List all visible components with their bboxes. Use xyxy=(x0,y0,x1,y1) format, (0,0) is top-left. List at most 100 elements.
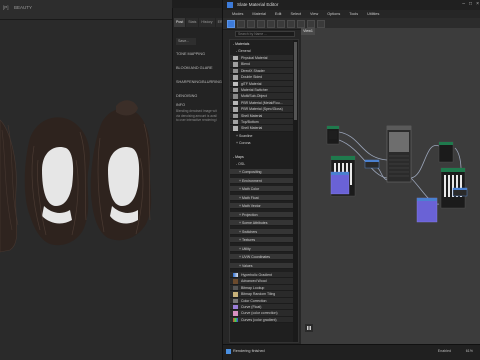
menu-select[interactable]: Select xyxy=(290,10,301,18)
zoom-level[interactable]: 61% xyxy=(466,349,473,353)
material-swatch-icon xyxy=(233,68,238,74)
section-info[interactable]: INFO xyxy=(176,103,185,107)
list-item[interactable]: + Projection xyxy=(230,211,294,218)
browser-group-materials[interactable]: - Materials xyxy=(230,41,294,47)
list-item[interactable]: + Math Color xyxy=(230,186,294,193)
material-swatch-icon xyxy=(233,62,238,67)
render-status-icon xyxy=(226,349,231,354)
move-children-icon[interactable] xyxy=(267,20,275,28)
list-item[interactable]: + Textures xyxy=(230,237,294,244)
save-button[interactable]: Save... xyxy=(176,38,196,45)
material-swatch-icon xyxy=(233,56,238,61)
list-item[interactable]: + Switchers xyxy=(230,228,294,235)
tab-history[interactable]: History xyxy=(199,18,215,27)
section-bloom-glare[interactable]: BLOOM AND GLARE xyxy=(176,66,213,70)
status-bar: Rendering finished Enabled 61% xyxy=(223,344,480,360)
pause-icon[interactable] xyxy=(305,324,313,332)
viewport[interactable]: [P] BEAUTY xyxy=(0,0,172,360)
hair-model-right xyxy=(90,100,152,241)
pan-tool-icon[interactable] xyxy=(237,20,245,28)
map-node[interactable] xyxy=(330,171,350,195)
menu-material[interactable]: Material xyxy=(252,10,266,18)
browser-group-corona[interactable]: + Corona xyxy=(230,140,294,146)
material-swatch-icon xyxy=(233,120,238,125)
material-swatch-icon xyxy=(233,94,238,99)
map-swatch-icon xyxy=(233,317,238,323)
material-swatch-icon xyxy=(233,107,238,112)
map-swatch-icon xyxy=(233,273,238,278)
tab-stats[interactable]: Stats xyxy=(186,18,199,27)
map-node[interactable] xyxy=(364,159,380,169)
info-text: Blending denoised image wit via denoisin… xyxy=(176,109,228,123)
material-swatch-icon xyxy=(233,88,238,93)
list-item[interactable]: + Environment xyxy=(230,177,294,184)
material-swatch-icon xyxy=(233,113,238,118)
browser-scrollbar[interactable] xyxy=(293,40,298,342)
status-message: Rendering finished xyxy=(233,349,265,353)
map-node[interactable] xyxy=(416,197,438,223)
list-item[interactable]: + Compositing xyxy=(230,169,294,176)
hide-slots-icon[interactable] xyxy=(277,20,285,28)
layout-icon[interactable] xyxy=(297,20,305,28)
browser-group-general[interactable]: - General xyxy=(230,48,294,54)
slate-material-editor-window: Slate Material Editor – □ × Modes Materi… xyxy=(222,0,480,360)
material-swatch-icon xyxy=(233,126,238,131)
browser-group-maps[interactable]: - Maps xyxy=(230,154,294,160)
list-item[interactable]: + Math Vector xyxy=(230,203,294,210)
navigator-icon[interactable] xyxy=(317,20,325,28)
render-settings-tabs: Post Stats History ER xyxy=(173,18,229,27)
node-graph[interactable] xyxy=(301,28,480,344)
map-node[interactable] xyxy=(326,125,340,145)
select-tool-icon[interactable] xyxy=(227,20,235,28)
map-swatch-icon xyxy=(233,298,238,303)
map-swatch-icon xyxy=(233,279,238,284)
list-item[interactable]: + UVW Coordinates xyxy=(230,254,294,261)
desktop: [P] BEAUTY Post Stats History ER Save...… xyxy=(0,0,480,360)
material-node[interactable] xyxy=(386,125,412,183)
scrollbar-thumb[interactable] xyxy=(294,42,297,120)
list-item[interactable]: + Math Float xyxy=(230,194,294,201)
hair-model-left xyxy=(24,117,90,246)
render-settings-panel: Post Stats History ER Save... TONE MAPPI… xyxy=(172,8,228,360)
map-node[interactable] xyxy=(452,187,468,197)
browser-group-scanline[interactable]: + Scanline xyxy=(230,133,294,139)
close-icon[interactable]: × xyxy=(476,1,479,7)
map-swatch-icon xyxy=(233,305,238,310)
list-item[interactable]: Curves (color gradient) xyxy=(230,316,294,324)
app-icon xyxy=(227,2,233,8)
menu-edit[interactable]: Edit xyxy=(275,10,282,18)
section-tone-mapping[interactable]: TONE MAPPING xyxy=(176,52,205,56)
menu-view[interactable]: View xyxy=(310,10,318,18)
viewport-label[interactable]: [P] xyxy=(3,5,9,10)
show-map-icon[interactable] xyxy=(287,20,295,28)
section-sharpening[interactable]: SHARPENING/BLURRING xyxy=(176,80,222,84)
window-title: Slate Material Editor xyxy=(237,2,279,7)
list-item[interactable]: + Scene Attributes xyxy=(230,220,294,227)
maximize-icon[interactable]: □ xyxy=(469,1,472,7)
list-item[interactable]: + Utility xyxy=(230,245,294,252)
menu-modes[interactable]: Modes xyxy=(232,10,243,18)
tab-post[interactable]: Post xyxy=(174,18,186,27)
menu-bar: Modes Material Edit Select View Options … xyxy=(223,10,480,18)
browser-group-osl[interactable]: - OSL xyxy=(230,161,294,167)
section-denoising[interactable]: DENOISING xyxy=(176,94,197,98)
viewport-mode-label[interactable]: BEAUTY xyxy=(14,5,32,10)
layout-children-icon[interactable] xyxy=(307,20,315,28)
menu-tools[interactable]: Tools xyxy=(349,10,358,18)
material-swatch-icon xyxy=(233,75,238,80)
menu-options[interactable]: Options xyxy=(327,10,340,18)
map-swatch-icon xyxy=(233,292,238,297)
title-bar[interactable]: Slate Material Editor – □ × xyxy=(223,0,480,10)
delete-icon[interactable] xyxy=(257,20,265,28)
assign-material-icon[interactable] xyxy=(247,20,255,28)
list-item[interactable]: + Values xyxy=(230,262,294,269)
list-item[interactable]: Shell Material xyxy=(230,125,294,132)
viewport-canvas[interactable] xyxy=(0,20,172,360)
search-input[interactable]: Search by Name ... xyxy=(235,31,295,37)
node-view[interactable]: View1 xyxy=(301,28,480,344)
map-node[interactable] xyxy=(438,141,454,163)
menu-utilities[interactable]: Utilities xyxy=(367,10,379,18)
minimize-icon[interactable]: – xyxy=(462,1,465,7)
enabled-toggle[interactable]: Enabled xyxy=(438,349,451,353)
map-swatch-icon xyxy=(233,311,238,316)
